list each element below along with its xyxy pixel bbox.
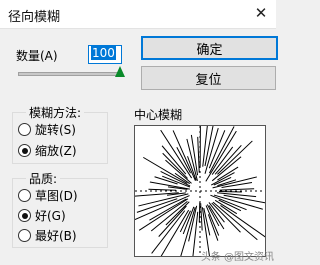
blur-ray xyxy=(148,188,177,191)
radio-best-circle[interactable] xyxy=(18,229,31,242)
radio-good-circle[interactable] xyxy=(18,209,31,222)
radio-draft-circle[interactable] xyxy=(18,189,31,202)
blur-ray xyxy=(223,194,266,204)
watermark-text: 头条 @图文资讯 xyxy=(200,252,274,263)
quality-legend: 品质: xyxy=(26,170,61,187)
close-icon: ✕ xyxy=(254,4,268,22)
radio-spin[interactable]: 旋转(S) xyxy=(18,121,76,138)
close-button[interactable]: ✕ xyxy=(248,2,274,24)
amount-value: 100 xyxy=(91,46,116,60)
radial-lines-graphic xyxy=(131,111,269,259)
radio-draft-label: 草图(D) xyxy=(35,189,78,203)
amount-slider-track[interactable] xyxy=(18,72,122,76)
radio-spin-circle[interactable] xyxy=(18,123,31,136)
radio-zoom-circle[interactable] xyxy=(18,144,31,157)
radio-best[interactable]: 最好(B) xyxy=(18,227,77,244)
blur-ray xyxy=(202,120,209,167)
blur-ray xyxy=(160,209,190,257)
radio-zoom[interactable]: 缩放(Z) xyxy=(18,142,77,159)
blur-ray xyxy=(219,188,255,191)
blur-ray xyxy=(218,190,242,193)
blur-ray xyxy=(134,195,190,221)
preview-label: 中心模糊 xyxy=(134,108,183,122)
radio-draft[interactable]: 草图(D) xyxy=(18,187,78,204)
amount-label: 数量(A) xyxy=(16,49,58,63)
title-bar: 径向模糊 ✕ xyxy=(0,0,276,29)
radio-spin-label: 旋转(S) xyxy=(35,123,76,137)
radio-best-label: 最好(B) xyxy=(35,229,77,243)
blur-ray xyxy=(200,203,203,231)
blur-method-legend: 模糊方法: xyxy=(26,104,85,121)
blur-ray xyxy=(211,146,234,175)
amount-input[interactable]: 100 xyxy=(88,45,122,64)
blur-ray xyxy=(179,207,196,259)
reset-button[interactable]: 复位 xyxy=(141,66,276,90)
radio-good[interactable]: 好(G) xyxy=(18,207,66,224)
blur-ray xyxy=(207,214,219,241)
blur-ray xyxy=(197,136,200,173)
radio-good-label: 好(G) xyxy=(35,209,66,223)
window-title: 径向模糊 xyxy=(8,10,61,25)
blur-ray xyxy=(216,192,257,198)
ok-button[interactable]: 确定 xyxy=(141,36,278,60)
blur-ray xyxy=(220,204,269,240)
blur-ray xyxy=(213,194,263,210)
amount-slider-thumb[interactable] xyxy=(115,66,125,77)
blur-center-preview[interactable] xyxy=(131,111,269,259)
radio-zoom-label: 缩放(Z) xyxy=(35,144,77,158)
